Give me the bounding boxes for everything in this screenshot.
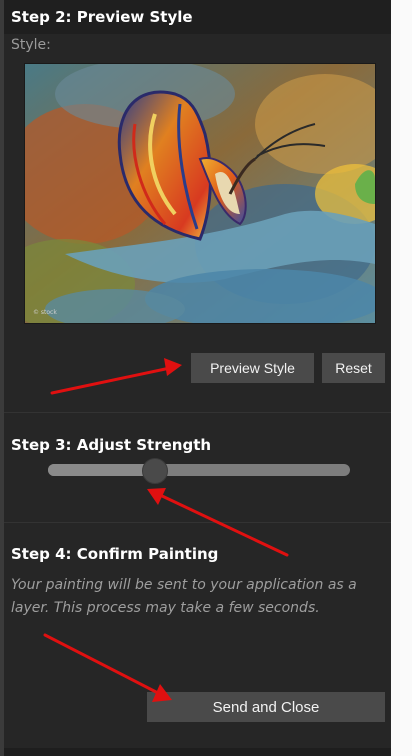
step3-title: Step 3: Adjust Strength [11,436,212,454]
step4-title: Step 4: Confirm Painting [11,545,219,563]
divider-step3 [4,412,391,413]
style-label: Style: [11,37,51,53]
style-preview-image: © stock [24,63,376,324]
slider-fill [48,464,154,476]
step2-title: Step 2: Preview Style [11,8,193,26]
confirm-description: Your painting will be sent to your appli… [11,577,357,616]
divider-step4 [4,522,391,523]
strength-slider[interactable] [48,458,350,484]
image-watermark: © stock [33,309,57,316]
window-right-edge [391,0,412,756]
slider-thumb[interactable] [141,458,168,484]
preview-style-button[interactable]: Preview Style [191,353,314,383]
bottom-strip [4,748,391,756]
send-and-close-button[interactable]: Send and Close [147,692,385,722]
reset-button[interactable]: Reset [322,353,385,383]
painting-panel: Step 2: Preview Style Style: © stock Pre… [4,0,391,756]
